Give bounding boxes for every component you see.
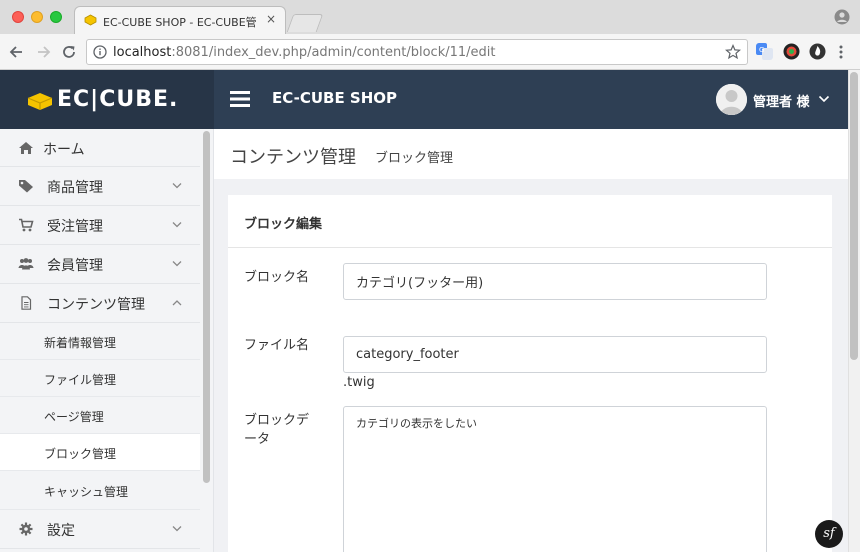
- translate-extension-icon[interactable]: G: [756, 43, 773, 60]
- page-subtitle: ブロック管理: [375, 151, 454, 166]
- file-extension-text: .twig: [343, 375, 375, 390]
- logo[interactable]: EC|CUBE.: [0, 70, 214, 129]
- url-path: :8081/index_dev.php/admin/content/block/…: [171, 45, 496, 60]
- svg-text:G: G: [759, 46, 764, 54]
- browser-tab[interactable]: EC-CUBE SHOP - EC-CUBE管 ×: [74, 6, 286, 34]
- forward-arrow-icon[interactable]: [34, 43, 52, 61]
- file-name-label: ファイル名: [244, 338, 310, 353]
- app-header: EC|CUBE. EC-CUBE SHOP 管理者 様: [0, 70, 848, 129]
- card-title: ブロック編集: [244, 217, 323, 232]
- sidebar-item-label: 会員管理: [47, 258, 103, 274]
- shop-name[interactable]: EC-CUBE SHOP: [272, 89, 397, 107]
- block-data-label: ブロックデータ: [244, 413, 310, 447]
- tab-title: EC-CUBE SHOP - EC-CUBE管: [103, 16, 257, 29]
- sidebar-subitem-label: ファイル管理: [44, 373, 117, 387]
- url-host: localhost: [113, 45, 172, 60]
- flame-extension-icon[interactable]: [809, 43, 826, 60]
- sidebar-item-members[interactable]: 会員管理: [0, 245, 200, 284]
- sidebar-item-orders[interactable]: 受注管理: [0, 206, 200, 245]
- close-window-button[interactable]: [12, 11, 24, 23]
- cart-icon: [19, 218, 34, 232]
- ec-cube-logo-icon: [27, 93, 53, 110]
- sidebar-subitem-files[interactable]: ファイル管理: [0, 360, 200, 397]
- block-data-textarea[interactable]: カテゴリの表示をしたい: [343, 406, 767, 552]
- avatar[interactable]: [716, 84, 747, 115]
- chevron-down-icon: [172, 222, 182, 228]
- symfony-toolbar-badge[interactable]: sf: [815, 520, 843, 548]
- card-divider: [228, 247, 832, 248]
- chevron-down-icon: [172, 261, 182, 267]
- color-extension-icon[interactable]: [783, 43, 800, 60]
- page-title-bar: コンテンツ管理 ブロック管理: [214, 129, 848, 179]
- chevron-up-icon: [172, 300, 182, 306]
- sidebar: ホーム 商品管理 受注管理 会員管理 コンテンツ管理 新着情報管理 ファイル管理…: [0, 129, 214, 552]
- chevron-down-icon: [172, 183, 182, 189]
- sidebar-item-contents[interactable]: コンテンツ管理: [0, 284, 200, 323]
- profile-icon[interactable]: [834, 9, 850, 25]
- minimize-window-button[interactable]: [31, 11, 43, 23]
- home-icon: [19, 142, 33, 154]
- sidebar-subitem-label: キャッシュ管理: [44, 485, 129, 499]
- main-content: コンテンツ管理 ブロック管理 ブロック編集 ブロック名 ファイル名 .twig …: [214, 129, 848, 552]
- hamburger-menu-icon[interactable]: [230, 90, 250, 108]
- maximize-window-button[interactable]: [50, 11, 62, 23]
- chevron-down-icon[interactable]: [818, 94, 830, 104]
- user-name[interactable]: 管理者 様: [753, 91, 810, 110]
- file-name-input[interactable]: [343, 336, 767, 373]
- sidebar-subitem-news[interactable]: 新着情報管理: [0, 323, 200, 360]
- sidebar-subitem-label: 新着情報管理: [44, 336, 117, 350]
- file-icon: [21, 296, 32, 310]
- page-scrollbar-thumb[interactable]: [850, 72, 858, 360]
- page-title: コンテンツ管理: [230, 147, 356, 168]
- sidebar-subitem-blocks[interactable]: ブロック管理: [0, 434, 200, 471]
- sidebar-subitem-cache[interactable]: キャッシュ管理: [0, 471, 200, 510]
- address-bar[interactable]: localhost:8081/index_dev.php/admin/conte…: [86, 39, 748, 65]
- block-name-label: ブロック名: [244, 270, 310, 285]
- block-edit-card: ブロック編集 ブロック名 ファイル名 .twig ブロックデータ カテゴリの表示…: [228, 195, 832, 552]
- sidebar-item-settings[interactable]: 設定: [0, 510, 200, 549]
- chevron-down-icon: [172, 526, 182, 532]
- tag-icon: [19, 180, 33, 193]
- sidebar-item-label: 受注管理: [47, 219, 103, 235]
- users-icon: [18, 258, 34, 270]
- bookmark-star-icon[interactable]: [725, 44, 741, 60]
- ec-cube-favicon-icon: [84, 14, 97, 26]
- user-avatar-icon: [716, 84, 747, 115]
- back-arrow-icon[interactable]: [8, 43, 26, 61]
- block-name-input[interactable]: [343, 263, 767, 300]
- reload-icon[interactable]: [60, 43, 78, 61]
- sidebar-item-label: 設定: [47, 523, 75, 539]
- sidebar-subitem-label: ブロック管理: [44, 447, 117, 461]
- sidebar-item-products[interactable]: 商品管理: [0, 167, 200, 206]
- url-text: localhost:8081/index_dev.php/admin/conte…: [113, 45, 495, 60]
- info-icon[interactable]: [93, 45, 107, 59]
- logo-text: EC|CUBE.: [57, 87, 179, 112]
- sidebar-scrollbar[interactable]: [203, 131, 210, 483]
- sidebar-subitem-label: ページ管理: [44, 410, 104, 424]
- tab-close-icon[interactable]: ×: [266, 12, 276, 26]
- browser-tab-bar: EC-CUBE SHOP - EC-CUBE管 ×: [0, 0, 860, 34]
- sidebar-item-label: 商品管理: [47, 180, 103, 196]
- new-tab-button[interactable]: [286, 14, 324, 32]
- browser-menu-icon[interactable]: [836, 43, 846, 61]
- gear-icon: [19, 522, 33, 536]
- sidebar-subitem-pages[interactable]: ページ管理: [0, 397, 200, 434]
- sidebar-item-label: ホーム: [43, 142, 85, 158]
- browser-toolbar: localhost:8081/index_dev.php/admin/conte…: [0, 34, 860, 70]
- sidebar-item-home[interactable]: ホーム: [0, 129, 200, 167]
- sidebar-item-label: コンテンツ管理: [47, 297, 145, 313]
